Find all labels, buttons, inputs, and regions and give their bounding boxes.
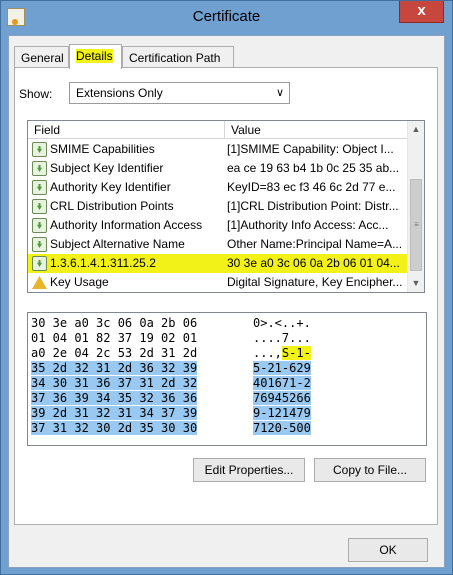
list-item-value: [1]SMIME Capability: Object I... xyxy=(227,142,394,156)
ok-button[interactable]: OK xyxy=(348,538,428,562)
close-button[interactable]: x xyxy=(399,1,444,23)
extension-icon xyxy=(32,256,47,271)
extension-icon xyxy=(32,237,47,252)
hex-ascii-text: ..., xyxy=(253,346,282,360)
scroll-down-icon[interactable]: ▼ xyxy=(408,275,424,292)
hex-ascii: ...,S-1- xyxy=(253,346,311,360)
list-item-field: Subject Alternative Name xyxy=(50,237,185,251)
extension-icon xyxy=(32,180,47,195)
hex-line: 34 30 31 36 37 31 2d 32 401671-2 xyxy=(28,376,426,391)
tab-certification-path-label: Certification Path xyxy=(129,51,221,65)
tab-certification-path[interactable]: Certification Path xyxy=(122,46,234,68)
window-title: Certificate xyxy=(192,8,261,25)
show-label: Show: xyxy=(19,87,53,101)
dialog-client: General Details Certification Path Show:… xyxy=(8,35,445,568)
column-header-field[interactable]: Field xyxy=(34,123,60,137)
list-item-field: CRL Distribution Points xyxy=(50,199,174,213)
list-item-value: Digital Signature, Key Encipher... xyxy=(227,275,403,289)
tab-general-label: General xyxy=(21,51,64,65)
hex-line: a0 2e 04 2c 53 2d 31 2d ...,S-1- xyxy=(28,346,426,361)
list-item[interactable]: Authority Key Identifier KeyID=83 ec f3 4… xyxy=(28,178,409,197)
list-item[interactable]: SMIME Capabilities [1]SMIME Capability: O… xyxy=(28,140,409,159)
hex-bytes: 37 31 32 30 2d 35 30 30 xyxy=(31,421,198,435)
extension-icon xyxy=(32,142,47,157)
list-item-field: Authority Key Identifier xyxy=(50,180,171,194)
grip-icon: ≡ xyxy=(414,220,419,229)
list-item-value: [1]Authority Info Access: Acc... xyxy=(227,218,389,232)
show-dropdown-value: Extensions Only xyxy=(76,86,163,100)
hex-bytes: 37 36 39 34 35 32 36 36 xyxy=(31,391,198,405)
list-header: Field Value xyxy=(28,121,409,139)
list-item-field: 1.3.6.1.4.1.311.25.2 xyxy=(50,256,156,270)
list-item-value: ea ce 19 63 b4 1b 0c 25 35 ab... xyxy=(227,161,400,175)
list-item[interactable]: 1.3.6.1.4.1.311.25.2 30 3e a0 3c 06 0a 2b… xyxy=(28,254,409,273)
list-scrollbar[interactable]: ▲ ≡ ▼ xyxy=(407,121,424,292)
hex-bytes: a0 2e 04 2c 53 2d 31 2d xyxy=(31,346,198,360)
hex-ascii: 76945266 xyxy=(253,391,311,405)
hex-line: 39 2d 31 32 31 34 37 39 9-121479 xyxy=(28,406,426,421)
hex-bytes: 35 2d 32 31 2d 36 32 39 xyxy=(31,361,198,375)
list-item[interactable]: Subject Alternative Name Other Name:Princ… xyxy=(28,235,409,254)
tab-general[interactable]: General xyxy=(14,46,69,68)
list-item-field: SMIME Capabilities xyxy=(50,142,155,156)
hex-ascii: 0>.<..+. xyxy=(253,316,311,330)
hex-ascii: 9-121479 xyxy=(253,406,311,420)
hex-ascii: 7120-500 xyxy=(253,421,311,435)
hex-bytes: 01 04 01 82 37 19 02 01 xyxy=(31,331,198,345)
extension-icon xyxy=(32,161,47,176)
hex-ascii-highlight: S-1- xyxy=(281,346,311,360)
hex-line: 37 36 39 34 35 32 36 36 76945266 xyxy=(28,391,426,406)
list-item-value: [1]CRL Distribution Point: Distr... xyxy=(227,199,399,213)
show-dropdown[interactable]: Extensions Only ∨ xyxy=(69,82,290,104)
column-divider[interactable] xyxy=(224,121,225,139)
hex-ascii: ....7... xyxy=(253,331,311,345)
extension-icon xyxy=(32,199,47,214)
hex-ascii: 401671-2 xyxy=(253,376,311,390)
tab-details[interactable]: Details xyxy=(69,44,122,69)
tab-details-label: Details xyxy=(76,49,113,63)
list-item[interactable]: CRL Distribution Points [1]CRL Distributi… xyxy=(28,197,409,216)
edit-properties-button[interactable]: Edit Properties... xyxy=(193,458,305,482)
hex-line: 35 2d 32 31 2d 36 32 39 5-21-629 xyxy=(28,361,426,376)
scroll-up-icon[interactable]: ▲ xyxy=(408,121,424,138)
hex-line: 37 31 32 30 2d 35 30 30 7120-500 xyxy=(28,421,426,436)
fields-list[interactable]: Field Value SMIME Capabilities [1]SMIME C… xyxy=(27,120,425,293)
column-header-value[interactable]: Value xyxy=(231,123,261,137)
list-item-field: Authority Information Access xyxy=(50,218,203,232)
hex-bytes: 34 30 31 36 37 31 2d 32 xyxy=(31,376,198,390)
hex-bytes: 30 3e a0 3c 06 0a 2b 06 xyxy=(31,316,198,330)
list-item-value: Other Name:Principal Name=A... xyxy=(227,237,403,251)
title-bar[interactable]: Certificate x xyxy=(1,1,452,35)
copy-to-file-button[interactable]: Copy to File... xyxy=(314,458,426,482)
list-item-field: Key Usage xyxy=(50,275,109,289)
extension-icon xyxy=(32,218,47,233)
value-hex-viewer[interactable]: 30 3e a0 3c 06 0a 2b 06 0>.<..+. 01 04 01 … xyxy=(27,312,427,446)
list-item-value: KeyID=83 ec f3 46 6c 2d 77 e... xyxy=(227,180,396,194)
list-item[interactable]: Authority Information Access [1]Authority… xyxy=(28,216,409,235)
list-item-value: 30 3e a0 3c 06 0a 2b 06 01 04... xyxy=(227,256,400,270)
hex-line: 01 04 01 82 37 19 02 01 ....7... xyxy=(28,331,426,346)
scroll-thumb[interactable]: ≡ xyxy=(410,179,422,271)
certificate-window: Certificate x General Details Certificat… xyxy=(0,0,453,575)
hex-line: 30 3e a0 3c 06 0a 2b 06 0>.<..+. xyxy=(28,316,426,331)
list-body: SMIME Capabilities [1]SMIME Capability: O… xyxy=(28,140,409,292)
list-item[interactable]: Subject Key Identifier ea ce 19 63 b4 1b … xyxy=(28,159,409,178)
list-item[interactable]: Key Usage Digital Signature, Key Encipher… xyxy=(28,273,409,292)
hex-ascii: 5-21-629 xyxy=(253,361,311,375)
chevron-down-icon: ∨ xyxy=(275,87,284,99)
warning-icon xyxy=(32,275,47,290)
hex-bytes: 39 2d 31 32 31 34 37 39 xyxy=(31,406,198,420)
list-item-field: Subject Key Identifier xyxy=(50,161,164,175)
